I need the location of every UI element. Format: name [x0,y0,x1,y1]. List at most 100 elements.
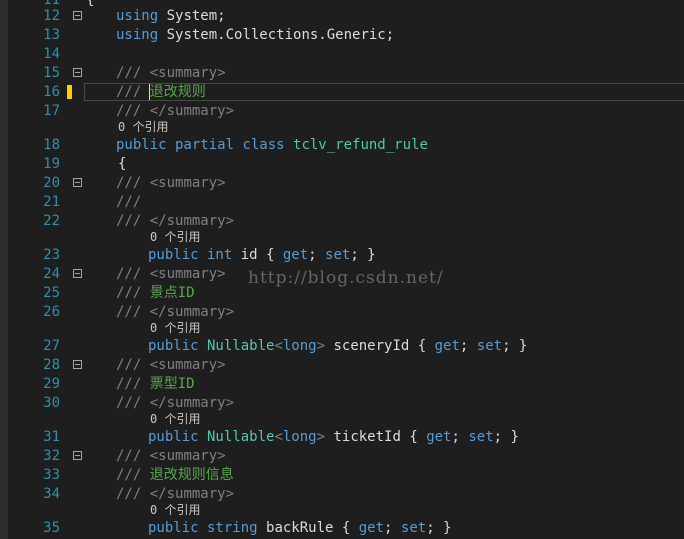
codelens-references[interactable]: 0 个引用 [150,230,200,244]
code-text: /// <summary> [116,265,226,283]
keyword: partial [166,137,235,153]
line-number: 33 [43,467,60,483]
collapse-icon[interactable] [73,68,82,77]
doc-comment-slashes: /// [116,213,142,229]
watermark-url: http://blog.csdn.net/ [248,268,444,288]
keyword: string [198,520,258,536]
doc-comment-tag: <summary> [141,448,226,464]
code-line-13[interactable]: 13 using System.Collections.Generic; [0,26,684,44]
code-line-26[interactable]: 26 /// </summary> [0,303,684,321]
doc-comment-slashes: /// [116,357,142,373]
code-text: public string backRule { get; set; } [148,519,452,537]
line-number: 19 [43,156,60,172]
code-text: /// 退改规则 [116,83,206,101]
line-number: 17 [43,103,60,119]
keyword: public [148,247,199,263]
line-number: 27 [43,338,60,354]
doc-comment-slashes: /// [116,84,142,100]
code-line-14[interactable]: 14 [0,45,684,63]
doc-comment-slashes: /// [116,486,142,502]
code-line-15[interactable]: 15 /// <summary> [0,64,684,82]
code-line-30[interactable]: 30 /// </summary> [0,394,684,412]
code-fragment: backRule { [257,520,359,536]
code-fragment: System.Collections.Generic; [158,27,395,43]
code-line-31[interactable]: 31 public Nullable<long> ticketId { get;… [0,428,684,446]
code-line-12[interactable]: 12 using System; [0,7,684,25]
line-number: 22 [43,213,60,229]
keyword: get [282,247,309,263]
code-line-28[interactable]: 28 /// <summary> [0,356,684,374]
codelens-references[interactable]: 0 个引用 [150,321,200,335]
doc-comment-text: 退改规则信息 [141,467,234,483]
keyword: set [400,520,427,536]
angle-bracket: > [316,429,326,445]
line-number: 31 [43,429,60,445]
line-number: 20 [43,175,60,191]
doc-comment-slashes: /// [116,194,142,210]
code-line-19[interactable]: 19 { [0,155,684,173]
keyword: using [116,8,159,24]
codelens-references[interactable]: 0 个引用 [118,120,168,134]
keyword: set [476,338,503,354]
code-text: /// <summary> [116,356,226,374]
code-line-18[interactable]: 18 public partial class tclv_refund_rule [0,136,684,154]
angle-bracket: < [274,338,283,354]
code-line-20[interactable]: 20 /// <summary> [0,174,684,192]
codelens-references[interactable]: 0 个引用 [150,503,200,517]
line-number: 30 [43,395,60,411]
doc-comment-tag: <summary> [141,266,226,282]
code-text: public Nullable<long> sceneryId { get; s… [148,337,527,355]
keyword: public [148,520,199,536]
code-fragment: ; } [350,247,376,263]
code-text: /// </summary> [116,212,234,230]
code-fragment: System; [158,8,226,24]
code-line-27[interactable]: 27 public Nullable<long> sceneryId { get… [0,337,684,355]
line-number: 25 [43,285,60,301]
code-fragment: ; [308,247,326,263]
code-line-17[interactable]: 17 /// </summary> [0,102,684,120]
doc-comment-slashes: /// [116,304,142,320]
code-line-29[interactable]: 29 /// 票型ID [0,375,684,393]
collapse-icon[interactable] [73,360,82,369]
collapse-icon[interactable] [73,178,82,187]
doc-comment-text: 退改规则 [141,84,206,100]
code-fragment: sceneryId { [325,338,435,354]
keyword: set [468,429,494,445]
line-number: 29 [43,376,60,392]
code-text: /// </summary> [116,303,234,321]
line-number: 28 [43,357,60,373]
code-line-34[interactable]: 34 /// </summary> [0,485,684,503]
code-line-21[interactable]: 21 /// [0,193,684,211]
angle-bracket: > [316,338,326,354]
collapse-icon[interactable] [73,451,82,460]
code-text: /// <summary> [116,447,226,465]
keyword: public [116,137,167,153]
code-fragment: ; } [502,338,528,354]
angle-bracket: < [274,429,283,445]
line-number: 24 [43,266,60,282]
code-text: /// 景点ID [116,284,195,302]
code-line-33[interactable]: 33 /// 退改规则信息 [0,466,684,484]
keyword: long [282,338,317,354]
code-text: /// <summary> [116,64,226,82]
code-text: public Nullable<long> ticketId { get; se… [148,428,519,446]
code-line-22[interactable]: 22 /// </summary> [0,212,684,230]
code-line-32[interactable]: 32 /// <summary> [0,447,684,465]
line-number: 16 [43,84,60,100]
keyword: public [148,338,199,354]
code-fragment: id { [232,247,283,263]
line-number: 32 [43,448,60,464]
code-text: /// <summary> [116,174,226,192]
doc-comment-slashes: /// [116,376,142,392]
collapse-icon[interactable] [73,269,82,278]
code-line-16[interactable]: 16 /// 退改规则 [0,83,684,101]
collapse-icon[interactable] [73,11,82,20]
codelens-references[interactable]: 0 个引用 [150,412,200,426]
code-line-23[interactable]: 23 public int id { get; set; } [0,246,684,264]
keyword: int [198,247,233,263]
line-number: 13 [43,27,60,43]
line-number: 15 [43,65,60,81]
code-text: /// 票型ID [116,375,195,393]
code-line-35[interactable]: 35 public string backRule { get; set; } [0,519,684,537]
doc-comment-slashes: /// [116,65,142,81]
